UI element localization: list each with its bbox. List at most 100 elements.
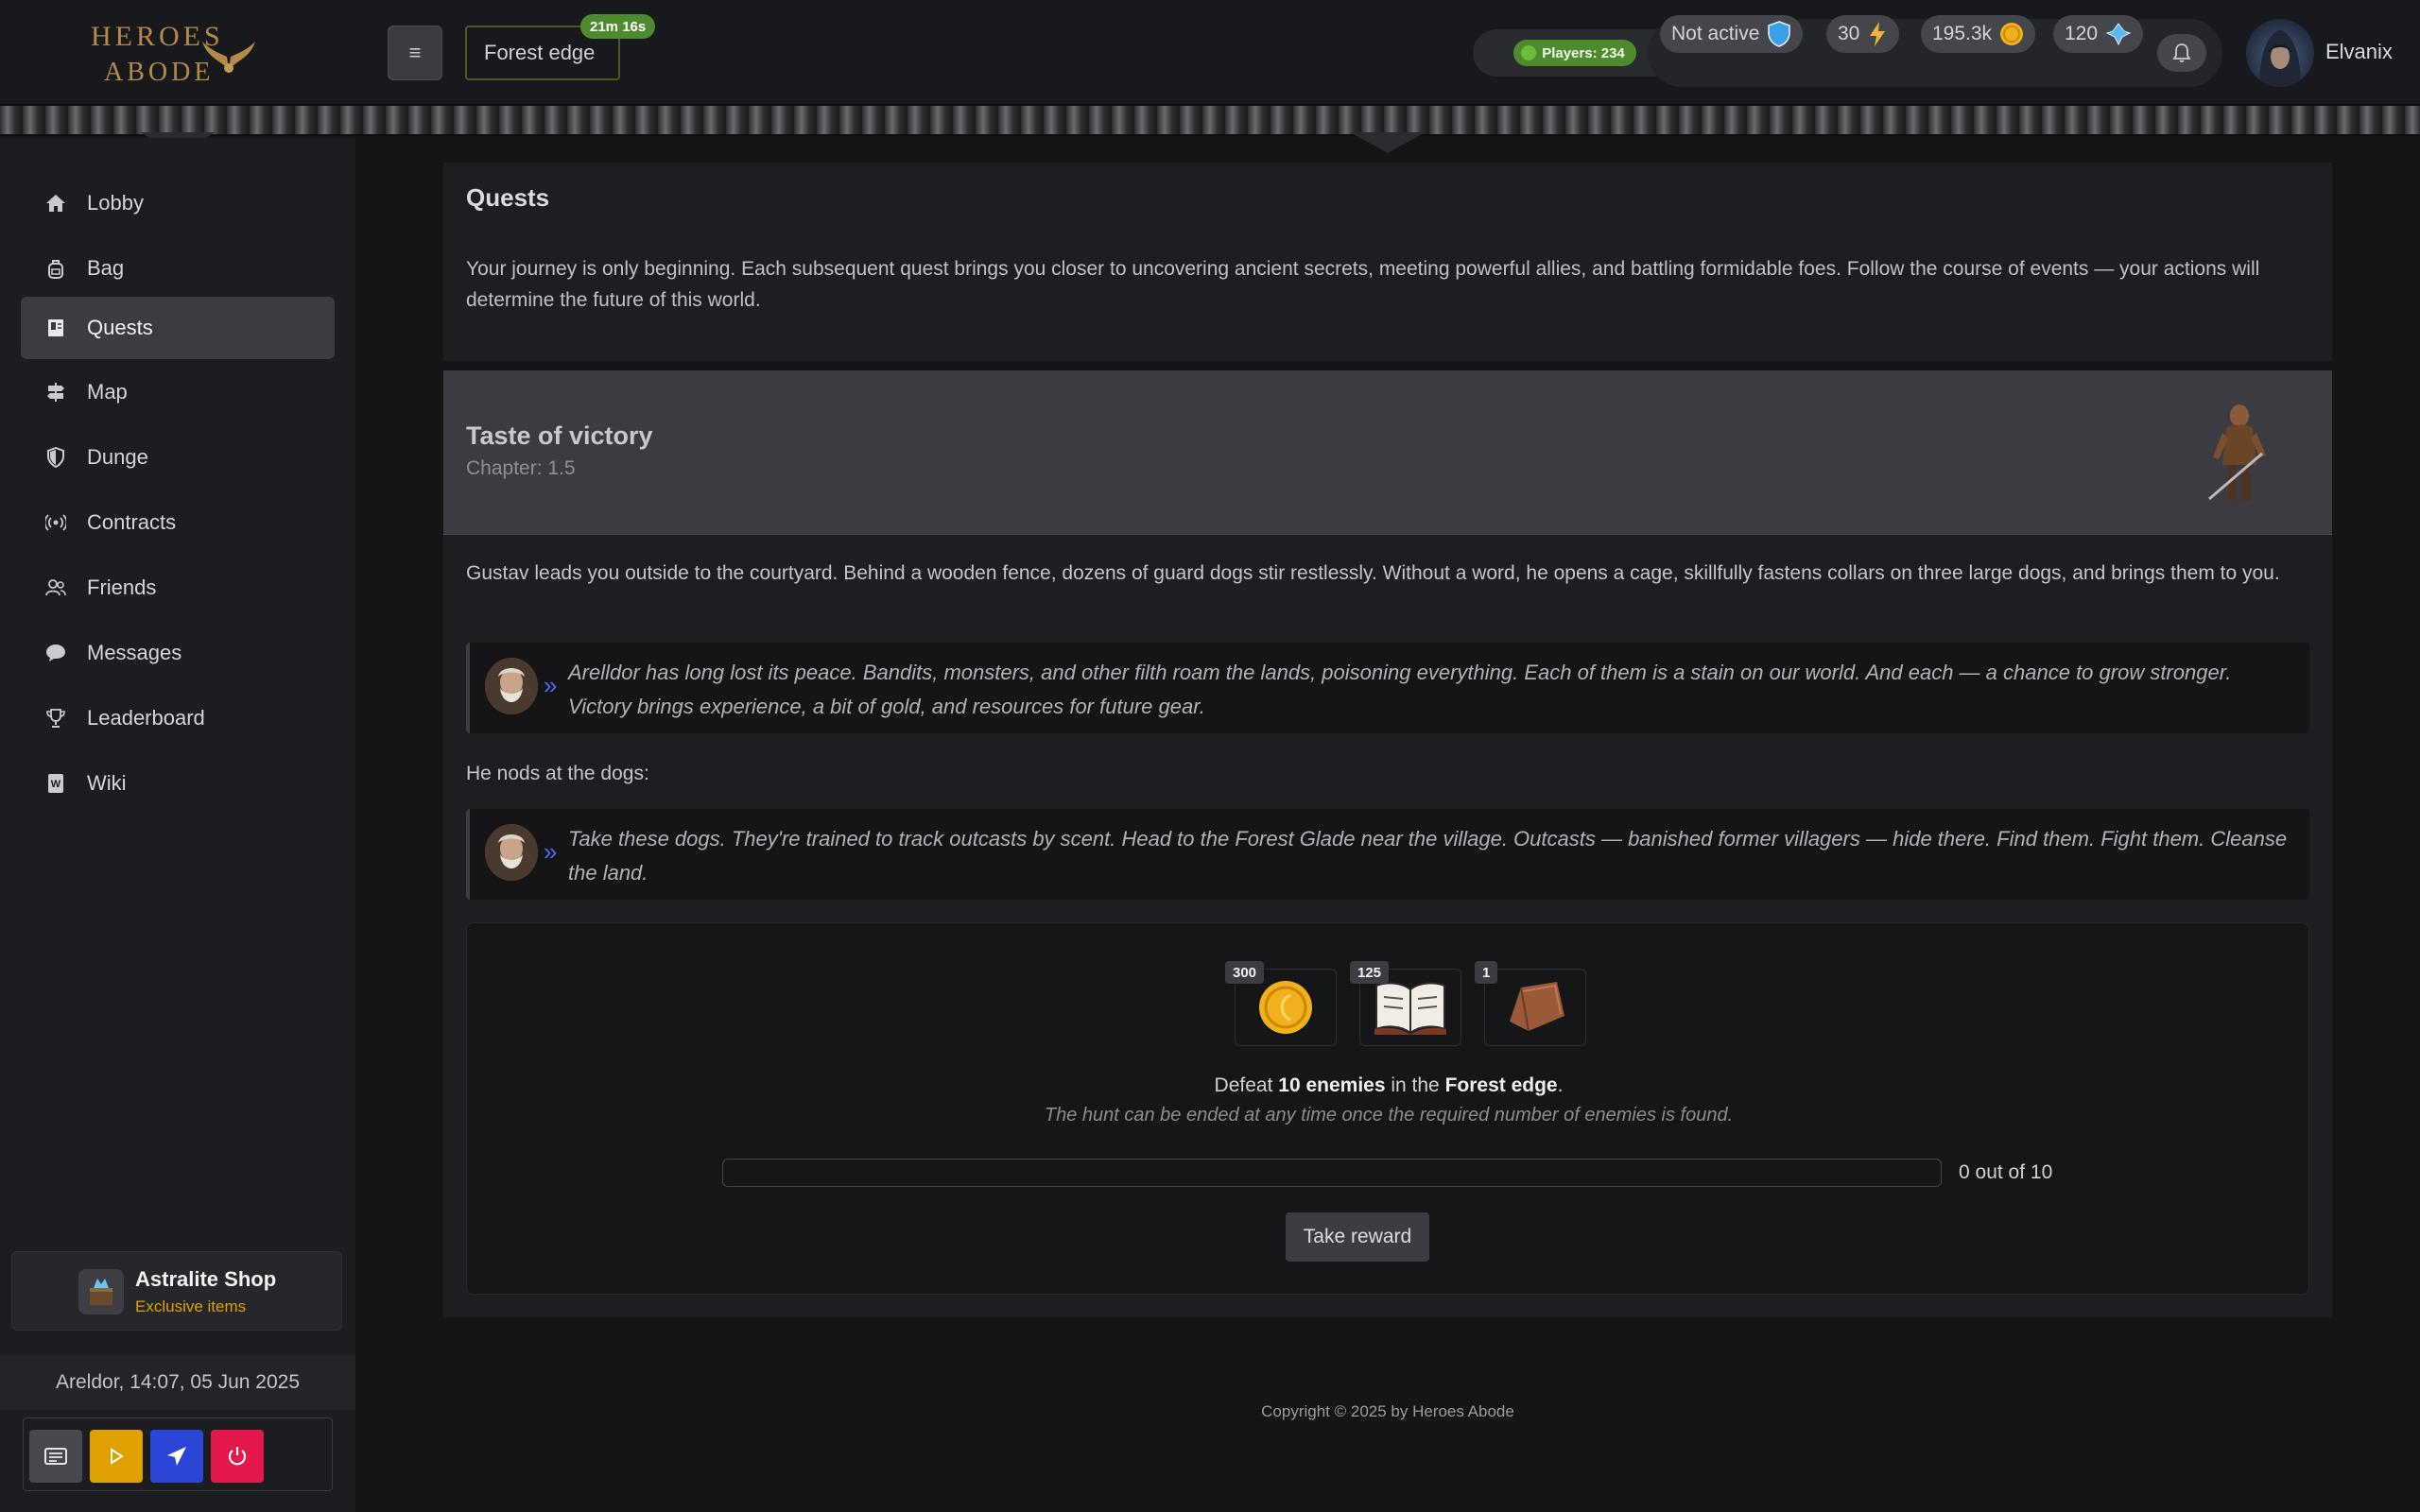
sidebar-item-label: Friends bbox=[87, 576, 157, 599]
objective-count: 10 enemies bbox=[1278, 1074, 1386, 1096]
sidebar-item-contracts[interactable]: Contracts bbox=[21, 491, 335, 554]
quest-title: Taste of victory bbox=[466, 421, 653, 450]
open-book-icon bbox=[1374, 982, 1446, 1036]
game-clock: Areldor, 14:07, 05 Jun 2025 bbox=[0, 1355, 355, 1410]
reward-item-leather[interactable] bbox=[1484, 969, 1586, 1046]
leather-icon bbox=[1510, 982, 1564, 1032]
sidebar-item-label: Dunge bbox=[87, 445, 148, 469]
shield-icon bbox=[45, 447, 66, 468]
gold-stat[interactable]: 195.3k bbox=[1921, 15, 2036, 53]
quest-progress-bar bbox=[722, 1159, 1942, 1187]
progress-label: 0 out of 10 bbox=[1959, 1161, 2053, 1183]
telegram-button[interactable] bbox=[150, 1430, 203, 1483]
online-dot-icon bbox=[1521, 45, 1537, 60]
quest-hint: The hunt can be ended at any time once t… bbox=[1044, 1105, 1734, 1125]
warrior-portrait-icon bbox=[2208, 404, 2266, 501]
heroes-abode-logo[interactable]: HEROES ABODE bbox=[87, 19, 257, 93]
sidebar-item-label: Lobby bbox=[87, 191, 144, 215]
quest-story-paragraph: Gustav leads you outside to the courtyar… bbox=[466, 562, 2280, 584]
sidebar-item-map[interactable]: Map bbox=[21, 361, 335, 423]
sidebar-item-wiki[interactable]: W Wiki bbox=[21, 752, 335, 815]
sidebar-item-label: Bag bbox=[87, 256, 125, 280]
energy-value: 30 bbox=[1838, 23, 1860, 44]
shop-title: Astralite Shop bbox=[135, 1267, 277, 1291]
decorative-chain-border bbox=[0, 104, 2420, 136]
trophy-icon bbox=[45, 708, 66, 729]
activity-status[interactable]: Not active bbox=[1660, 15, 1804, 53]
shop-subtitle: Exclusive items bbox=[135, 1297, 247, 1315]
quote-chevron-icon: » bbox=[544, 837, 558, 866]
reward-count: 1 bbox=[1475, 961, 1498, 984]
npc-quote: » Take these dogs. They're trained to tr… bbox=[466, 809, 2309, 900]
gold-coin-icon bbox=[1259, 981, 1312, 1034]
chat-button[interactable] bbox=[29, 1430, 82, 1483]
book-icon bbox=[45, 318, 66, 338]
quest-story-paragraph: He nods at the dogs: bbox=[466, 763, 649, 784]
quest-chapter: Chapter: 1.5 bbox=[466, 457, 576, 479]
hamburger-icon: ≡ bbox=[408, 41, 422, 64]
bell-icon bbox=[2172, 43, 2191, 62]
sidebar-item-dunge[interactable]: Dunge bbox=[21, 426, 335, 489]
location-label: Forest edge bbox=[484, 41, 596, 64]
treasure-chest-icon bbox=[78, 1269, 124, 1314]
intro-text: Your journey is only beginning. Each sub… bbox=[466, 258, 2260, 311]
menu-toggle-button[interactable]: ≡ bbox=[388, 26, 442, 80]
gold-value: 195.3k bbox=[1932, 23, 1993, 44]
sidebar-item-label: Messages bbox=[87, 641, 182, 664]
notifications-button[interactable] bbox=[2157, 34, 2206, 72]
sidebar-item-label: Contracts bbox=[87, 510, 177, 534]
chain-ornament bbox=[1350, 132, 1426, 153]
sidebar-item-quests[interactable]: Quests bbox=[21, 297, 335, 359]
lightning-icon bbox=[1870, 22, 1886, 46]
players-count: Players: 234 bbox=[1542, 44, 1625, 61]
home-icon bbox=[45, 193, 66, 214]
energy-stat[interactable]: 30 bbox=[1826, 15, 1900, 53]
backpack-icon bbox=[45, 258, 66, 279]
signpost-icon bbox=[45, 382, 66, 403]
npc-portrait-icon bbox=[485, 824, 538, 881]
shield-icon bbox=[1768, 21, 1791, 47]
sidebar-item-bag[interactable]: Bag bbox=[21, 237, 335, 300]
activity-label: Not active bbox=[1671, 23, 1760, 44]
chat-icon bbox=[45, 643, 66, 663]
quest-reward-panel: 300 125 1 Defeat 10 enemies in the Fores… bbox=[466, 922, 2309, 1295]
sidebar-item-messages[interactable]: Messages bbox=[21, 622, 335, 684]
reward-count: 300 bbox=[1225, 961, 1265, 984]
location-timer-badge: 21m 16s bbox=[580, 14, 656, 39]
copyright: Copyright © 2025 by Heroes Abode bbox=[1261, 1402, 1514, 1420]
play-icon bbox=[111, 1448, 124, 1465]
npc-portrait-icon bbox=[485, 658, 538, 714]
power-icon bbox=[228, 1447, 247, 1466]
take-reward-button[interactable]: Take reward bbox=[1286, 1212, 1429, 1262]
svg-text:W: W bbox=[51, 779, 61, 790]
top-bar: HEROES ABODE ≡ Forest edge 21m 16s Playe… bbox=[0, 0, 2420, 108]
objective-location: Forest edge bbox=[1444, 1074, 1558, 1096]
sidebar-item-label: Map bbox=[87, 380, 128, 404]
astralite-value: 120 bbox=[2065, 23, 2099, 44]
npc-quote-text: Take these dogs. They're trained to trac… bbox=[568, 827, 2288, 885]
npc-quote: » Arelldor has long lost its peace. Band… bbox=[466, 643, 2309, 733]
quests-intro-card: Quests Your journey is only beginning. E… bbox=[443, 163, 2332, 361]
people-icon bbox=[45, 577, 66, 598]
quote-chevron-icon: » bbox=[544, 671, 558, 699]
page-title: Quests bbox=[466, 183, 550, 212]
broadcast-icon bbox=[45, 512, 66, 533]
reward-count: 125 bbox=[1350, 961, 1390, 984]
quest-header: Taste of victory Chapter: 1.5 bbox=[443, 370, 2332, 535]
astralite-crystal-icon bbox=[2105, 23, 2132, 46]
sidebar-item-label: Wiki bbox=[87, 771, 127, 795]
logout-button[interactable] bbox=[211, 1430, 264, 1483]
user-avatar[interactable] bbox=[2246, 19, 2314, 87]
sidebar-item-label: Leaderboard bbox=[87, 706, 205, 730]
quest-card: Taste of victory Chapter: 1.5 Gustav lea… bbox=[443, 370, 2332, 1317]
sidebar-item-leaderboard[interactable]: Leaderboard bbox=[21, 687, 335, 749]
username[interactable]: Elvanix bbox=[2325, 40, 2393, 64]
gold-coin-icon bbox=[2000, 23, 2024, 45]
npc-quote-text: Arelldor has long lost its peace. Bandit… bbox=[568, 661, 2232, 718]
play-button[interactable] bbox=[90, 1430, 143, 1483]
astralite-shop-card[interactable]: Astralite Shop Exclusive items bbox=[11, 1251, 342, 1331]
sidebar-item-lobby[interactable]: Lobby bbox=[21, 172, 335, 234]
paper-plane-icon bbox=[167, 1447, 186, 1466]
sidebar-item-friends[interactable]: Friends bbox=[21, 557, 335, 619]
astralite-stat[interactable]: 120 bbox=[2053, 15, 2144, 53]
